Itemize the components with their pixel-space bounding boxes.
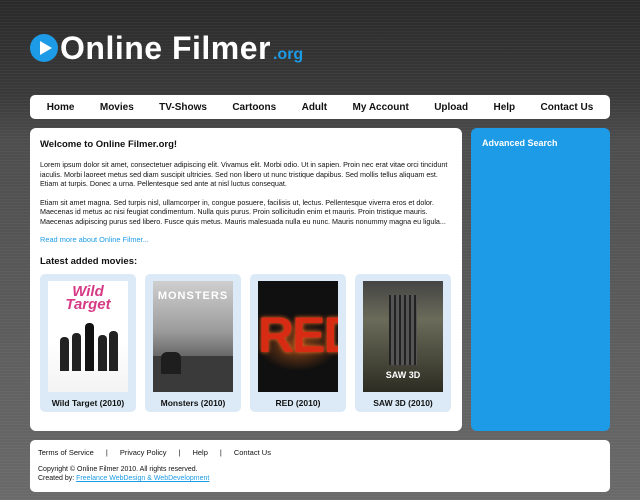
movie-caption[interactable]: Monsters (2010) [161,398,226,408]
nav-home[interactable]: Home [47,102,75,113]
movie-caption[interactable]: Wild Target (2010) [52,398,125,408]
nav-upload[interactable]: Upload [434,102,468,113]
movie-card-red[interactable]: RED RED (2010) [250,274,346,412]
advanced-search-panel: Advanced Search [471,128,610,431]
poster-title: SAW 3D [385,370,421,380]
footer-link-privacy[interactable]: Privacy Policy [120,448,167,457]
footer-separator: | [105,448,108,457]
poster-title: RED [258,307,338,363]
movie-poster[interactable]: RED [258,281,338,392]
poster-title: Wild Target [65,283,111,313]
latest-movies-list: Wild Target Wild Target (2010) MONSTERS … [40,274,452,412]
movie-poster[interactable]: Wild Target [48,281,128,392]
advanced-search-title: Advanced Search [482,138,558,148]
latest-movies-heading: Latest added movies: [40,256,138,267]
nav-tv-shows[interactable]: TV-Shows [159,102,207,113]
movie-card-monsters[interactable]: MONSTERS Monsters (2010) [145,274,241,412]
footer-link-help[interactable]: Help [192,448,207,457]
footer-separator: | [178,448,181,457]
logo-text: Online Filmer [60,30,271,66]
poster-title: MONSTERS [157,290,229,302]
main-content-panel: Welcome to Online Filmer.org! Lorem ipsu… [30,128,462,431]
created-by-label: Created by: [38,475,75,482]
movie-poster[interactable]: SAW 3D [363,281,443,392]
footer-link-contact[interactable]: Contact Us [234,448,271,457]
site-logo[interactable]: Online Filmer .org [30,28,303,68]
footer-link-terms[interactable]: Terms of Service [38,448,94,457]
footer: Terms of Service | Privacy Policy | Help… [30,440,610,492]
movie-poster[interactable]: MONSTERS [153,281,233,392]
created-by: Created by: Freelance WebDesign & WebDev… [38,474,602,483]
footer-separator: | [219,448,222,457]
nav-movies[interactable]: Movies [100,102,134,113]
intro-paragraph-2: Etiam sit amet magna. Sed turpis nisl, u… [40,197,446,226]
copyright-text: Copyright © Online Filmer 2010. All righ… [38,466,198,473]
nav-help[interactable]: Help [493,102,515,113]
poster-tower [389,295,417,365]
nav-my-account[interactable]: My Account [353,102,409,113]
footer-links: Terms of Service | Privacy Policy | Help… [38,448,602,457]
movie-caption[interactable]: SAW 3D (2010) [373,398,433,408]
poster-figures [161,352,181,374]
intro-paragraph-1: Lorem ipsum dolor sit amet, consectetuer… [40,160,448,188]
welcome-title: Welcome to Online Filmer.org! [40,139,178,150]
movie-card-saw-3d[interactable]: SAW 3D SAW 3D (2010) [355,274,451,412]
main-navigation: Home Movies TV-Shows Cartoons Adult My A… [30,95,610,119]
created-by-link[interactable]: Freelance WebDesign & WebDevelopment [76,475,209,482]
nav-contact-us[interactable]: Contact Us [541,102,594,113]
poster-figures [58,321,118,371]
movie-caption[interactable]: RED (2010) [276,398,321,408]
nav-cartoons[interactable]: Cartoons [232,102,276,113]
nav-adult[interactable]: Adult [302,102,328,113]
read-more-link[interactable]: Read more about Online Filmer... [40,235,452,244]
movie-card-wild-target[interactable]: Wild Target Wild Target (2010) [40,274,136,412]
logo-tld: .org [272,46,304,63]
play-icon [30,34,58,62]
